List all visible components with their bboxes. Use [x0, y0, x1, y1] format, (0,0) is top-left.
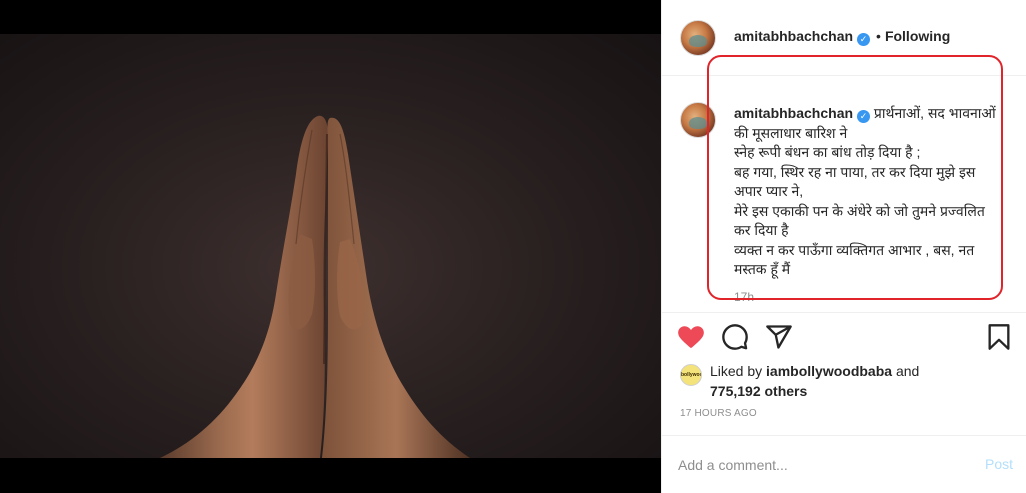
likes-conjunction: and — [895, 363, 920, 379]
post-photo[interactable] — [0, 34, 661, 458]
save-button[interactable] — [985, 323, 1015, 353]
share-button[interactable] — [765, 323, 795, 353]
bookmark-icon — [988, 324, 1010, 350]
like-button[interactable] — [677, 323, 707, 353]
verified-badge-icon: ✓ — [857, 33, 871, 46]
likes-prefix: Liked by — [710, 363, 763, 379]
share-icon — [766, 325, 792, 349]
action-bar — [662, 312, 1026, 360]
following-button[interactable]: Following — [885, 28, 950, 44]
liker-avatar[interactable]: bollywood — [680, 364, 702, 386]
caption-text: प्रार्थनाओं, सद भावनाओं की मूसलाधार बारि… — [734, 105, 996, 277]
likes-text: Liked by iambollywoodbaba and 775,192 ot… — [710, 362, 1010, 401]
post-caption: amitabhbachchan ✓ प्रार्थनाओं, सद भावनाओं… — [734, 104, 996, 280]
header-line: amitabhbachchan ✓ • Following — [734, 28, 950, 46]
likes-section: bollywood Liked by iambollywoodbaba and … — [680, 362, 1015, 406]
caption-time[interactable]: 17h — [734, 290, 754, 304]
post-header: amitabhbachchan ✓ • Following — [662, 0, 1026, 76]
author-avatar[interactable] — [680, 20, 716, 56]
post-side-panel: amitabhbachchan ✓ • Following amitabhbachch… — [661, 0, 1026, 493]
heart-icon — [678, 326, 704, 348]
comment-bar: Post — [662, 435, 1026, 493]
caption-author-avatar[interactable] — [680, 102, 716, 138]
post-comment-button[interactable]: Post — [985, 456, 1013, 472]
comment-button[interactable] — [721, 323, 751, 353]
praying-hands-image — [160, 115, 470, 458]
post-timestamp[interactable]: 17 HOURS AGO — [680, 408, 757, 419]
comments-section[interactable]: amitabhbachchan ✓ प्रार्थनाओं, सद भावनाओं… — [662, 76, 1026, 312]
header-dot-separator: • — [876, 28, 881, 44]
photo-pane — [0, 0, 661, 493]
caption-verified-badge-icon: ✓ — [857, 110, 871, 123]
comment-input[interactable] — [678, 454, 948, 476]
caption-username[interactable]: amitabhbachchan — [734, 105, 853, 121]
comment-icon — [722, 324, 748, 350]
author-username[interactable]: amitabhbachchan — [734, 28, 853, 44]
liker-username[interactable]: iambollywoodbaba — [766, 363, 892, 379]
likes-others-count[interactable]: 775,192 others — [710, 383, 807, 399]
